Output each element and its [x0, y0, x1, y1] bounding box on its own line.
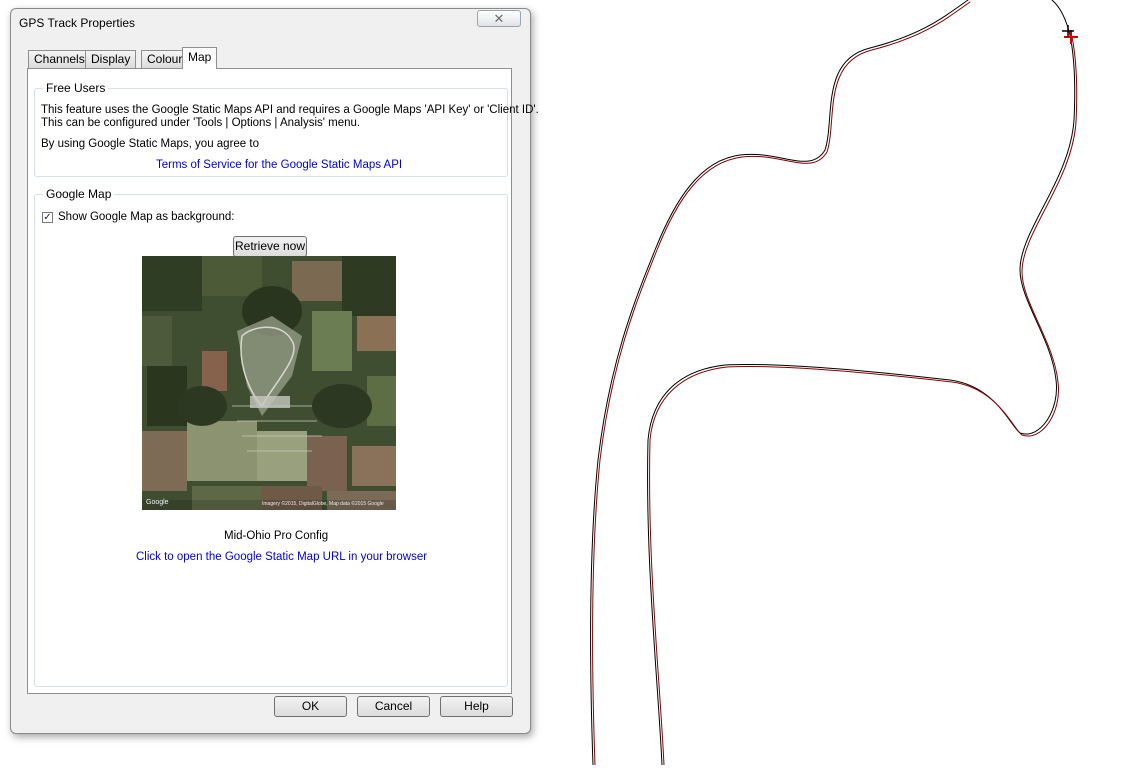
track-line-inner-red — [649, 36, 1078, 766]
open-map-url-link[interactable]: Click to open the Google Static Map URL … — [136, 551, 427, 563]
close-button[interactable]: ✕ — [477, 10, 521, 27]
gps-track-svg[interactable] — [540, 0, 1148, 766]
show-map-checkbox-label: Show Google Map as background: — [58, 211, 235, 223]
checkmark-icon: ✓ — [43, 212, 52, 223]
retrieve-now-button[interactable]: Retrieve now — [233, 236, 307, 257]
google-map-legend: Google Map — [43, 187, 115, 201]
tab-display[interactable]: Display — [85, 50, 137, 68]
close-icon: ✕ — [493, 11, 505, 26]
ok-button[interactable]: OK — [274, 696, 347, 717]
free-users-line1: This feature uses the Google Static Maps… — [41, 104, 539, 116]
map-copyright-text: Imagery ©2015, DigitalGlobe, Map data ©2… — [262, 501, 384, 507]
track-line-outer-red — [592, 1, 971, 766]
track-line-outer — [590, 0, 969, 766]
help-button[interactable]: Help — [440, 696, 513, 717]
cancel-button[interactable]: Cancel — [357, 696, 430, 717]
google-watermark: Google — [146, 499, 169, 506]
track-line-inner — [647, 0, 1076, 766]
terms-of-service-link[interactable]: Terms of Service for the Google Static M… — [156, 159, 402, 171]
map-caption: Mid-Ohio Pro Config — [224, 530, 329, 542]
dialog-titlebar[interactable]: GPS Track Properties ✕ — [11, 9, 530, 37]
satellite-map-image: Google Imagery ©2015, DigitalGlobe, Map … — [142, 256, 396, 510]
free-users-line3: By using Google Static Maps, you agree t… — [41, 138, 259, 150]
cursor-marker-icon — [1064, 30, 1078, 44]
crosshair-cursor-icon — [1062, 25, 1074, 37]
free-users-line2: This can be configured under 'Tools | Op… — [41, 117, 361, 129]
show-map-checkbox[interactable]: ✓ — [42, 212, 53, 223]
tab-map[interactable]: Map — [182, 47, 218, 69]
dialog-title: GPS Track Properties — [19, 16, 136, 30]
free-users-legend: Free Users — [43, 81, 109, 95]
tab-channels[interactable]: Channels — [28, 50, 91, 68]
gps-track-view[interactable] — [540, 0, 1148, 766]
satellite-map-svg — [142, 256, 396, 510]
